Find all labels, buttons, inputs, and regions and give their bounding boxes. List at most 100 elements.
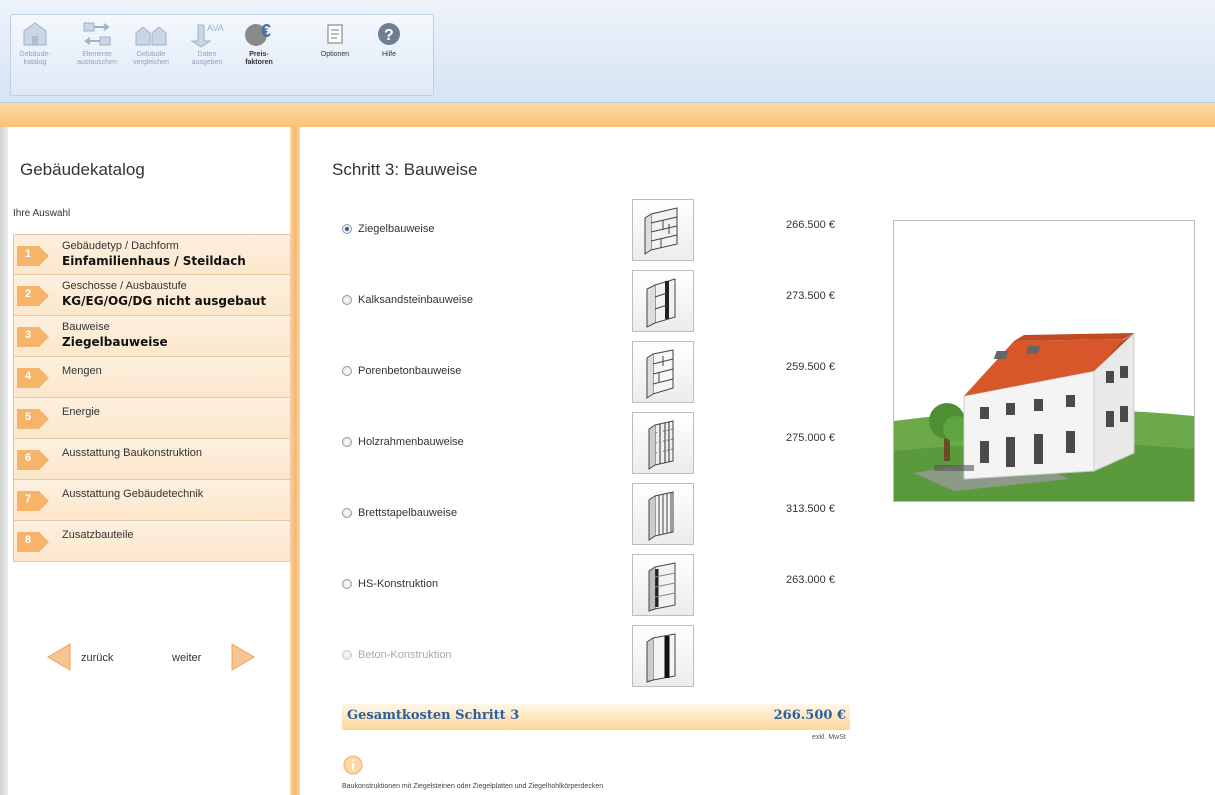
- option-label: Kalksandsteinbauweise: [358, 294, 473, 306]
- house-illustration: [894, 331, 1194, 501]
- step-navigation: zurück weiter: [46, 640, 256, 680]
- radio-button[interactable]: [342, 508, 352, 518]
- wall-construction-thumbnail[interactable]: [632, 341, 694, 403]
- step-number-badge: 8: [17, 532, 51, 552]
- step-list: 1 Gebäudetyp / Dachform Einfamilienhaus …: [13, 234, 291, 562]
- hs-construction-wall-icon: [648, 562, 676, 612]
- step-label: Bauweise: [62, 321, 110, 333]
- option-label: Beton-Konstruktion: [358, 649, 452, 661]
- swap-elements-icon: [83, 22, 111, 46]
- export-data-button[interactable]: AVA Daten ausgeben: [185, 19, 229, 79]
- option-brettstapelbauweise[interactable]: Brettstapelbauweise 313.500 €: [340, 483, 860, 545]
- step-item-2[interactable]: 2 Geschosse / Ausbaustufe KG/EG/OG/DG ni…: [13, 275, 291, 316]
- arrow-right-icon: [231, 643, 255, 671]
- header-band: [0, 103, 1215, 127]
- svg-text:?: ?: [384, 27, 394, 44]
- step-item-6[interactable]: 6 Ausstattung Baukonstruktion: [13, 439, 291, 480]
- option-label: Ziegelbauweise: [358, 223, 435, 235]
- option-price: 259.500 €: [786, 361, 835, 373]
- wall-construction-thumbnail[interactable]: [632, 554, 694, 616]
- price-factors-button[interactable]: € Preis- faktoren: [237, 19, 281, 79]
- arrow-left-icon: [47, 643, 71, 671]
- option-price: 263.000 €: [786, 574, 835, 586]
- step-item-8[interactable]: 8 Zusatzbauteile: [13, 521, 291, 562]
- step-number-badge: 3: [17, 327, 51, 347]
- aerated-concrete-wall-icon: [646, 349, 674, 399]
- sand-lime-wall-icon: [646, 278, 676, 328]
- step-number-badge: 5: [17, 409, 51, 429]
- option-price: 273.500 €: [786, 290, 835, 302]
- option-price: 313.500 €: [786, 503, 835, 515]
- wall-construction-thumbnail[interactable]: [632, 412, 694, 474]
- total-cost-bar: Gesamtkosten Schritt 3 266.500 €: [342, 704, 850, 730]
- ribbon-toolbar: Gebäude- katalog Elemente austauschen Ge…: [0, 0, 1215, 103]
- ribbon-group-main: Gebäude- katalog Elemente austauschen Ge…: [10, 14, 434, 96]
- wall-construction-thumbnail[interactable]: [632, 199, 694, 261]
- building-catalog-button[interactable]: Gebäude- katalog: [13, 19, 57, 79]
- back-button[interactable]: zurück: [46, 640, 156, 674]
- radio-button[interactable]: [342, 579, 352, 589]
- step-label: Zusatzbauteile: [62, 529, 134, 541]
- step-item-5[interactable]: 5 Energie: [13, 398, 291, 439]
- step-number-badge: 2: [17, 286, 51, 306]
- step-label: Gebäudetyp / Dachform: [62, 240, 179, 252]
- option-label: HS-Konstruktion: [358, 578, 439, 590]
- house-preview-image: [893, 220, 1195, 502]
- compare-buildings-button[interactable]: Gebäude vergleichen: [129, 19, 173, 79]
- price-factors-icon: €: [245, 21, 271, 46]
- option-porenbetonbauweise[interactable]: Porenbetonbauweise 259.500 €: [340, 341, 860, 403]
- brick-wall-icon: [644, 207, 678, 255]
- building-catalog-icon: [23, 22, 47, 46]
- step-label: Ausstattung Baukonstruktion: [62, 447, 203, 459]
- step-item-1[interactable]: 1 Gebäudetyp / Dachform Einfamilienhaus …: [13, 234, 291, 275]
- wall-construction-thumbnail[interactable]: [632, 270, 694, 332]
- svg-text:AVA: AVA: [207, 23, 224, 33]
- radio-button: [342, 650, 352, 660]
- option-price: 275.000 €: [786, 432, 835, 444]
- page-title: Schritt 3: Bauweise: [332, 160, 478, 179]
- radio-button[interactable]: [342, 366, 352, 376]
- wall-construction-thumbnail: [632, 625, 694, 687]
- step-label: Ausstattung Gebäudetechnik: [62, 488, 204, 500]
- sidebar-edge: [0, 127, 8, 795]
- radio-button[interactable]: [342, 295, 352, 305]
- step-item-4[interactable]: 4 Mengen: [13, 357, 291, 398]
- vat-note: exkl. MwSt: [812, 734, 846, 741]
- help-icon: ?: [378, 23, 400, 45]
- option-kalksandsteinbauweise[interactable]: Kalksandsteinbauweise 273.500 €: [340, 270, 860, 332]
- option-holzrahmenbauweise[interactable]: Holzrahmenbauweise 275.000 €: [340, 412, 860, 474]
- step-label: Mengen: [62, 365, 102, 377]
- compare-buildings-icon: [135, 26, 167, 46]
- construction-description: Baukonstruktionen mit Ziegelsteinen oder…: [342, 783, 604, 790]
- export-data-icon: AVA: [190, 23, 224, 48]
- total-cost-value: 266.500 €: [773, 708, 846, 723]
- step-value: KG/EG/OG/DG nicht ausgebaut: [62, 294, 267, 308]
- options-button[interactable]: Optionen: [313, 19, 357, 79]
- step-item-3[interactable]: 3 Bauweise Ziegelbauweise: [13, 316, 291, 357]
- swap-elements-button[interactable]: Elemente austauschen: [75, 19, 119, 79]
- info-icon: [343, 755, 363, 775]
- total-cost-label: Gesamtkosten Schritt 3: [347, 708, 520, 723]
- step-number-badge: 4: [17, 368, 51, 388]
- step-number-badge: 7: [17, 491, 51, 511]
- radio-button[interactable]: [342, 437, 352, 447]
- step-value: Ziegelbauweise: [62, 335, 168, 349]
- next-button[interactable]: weiter: [172, 640, 256, 674]
- concrete-wall-icon: [646, 633, 676, 683]
- step-label: Energie: [62, 406, 100, 418]
- option-hs-konstruktion[interactable]: HS-Konstruktion 263.000 €: [340, 554, 860, 616]
- panel-divider[interactable]: [290, 127, 300, 795]
- step-number-badge: 6: [17, 450, 51, 470]
- stacked-plank-wall-icon: [648, 491, 674, 541]
- wall-construction-thumbnail[interactable]: [632, 483, 694, 545]
- svg-text:€: €: [261, 21, 271, 41]
- radio-button[interactable]: [342, 224, 352, 234]
- option-ziegelbauweise[interactable]: Ziegelbauweise 266.500 €: [340, 199, 860, 261]
- help-button[interactable]: ? Hilfe: [367, 19, 411, 79]
- step-item-7[interactable]: 7 Ausstattung Gebäudetechnik: [13, 480, 291, 521]
- step-number-badge: 1: [17, 246, 51, 266]
- step-label: Geschosse / Ausbaustufe: [62, 280, 187, 292]
- selection-label: Ihre Auswahl: [13, 208, 71, 219]
- options-icon: [327, 24, 343, 44]
- option-label: Holzrahmenbauweise: [358, 436, 464, 448]
